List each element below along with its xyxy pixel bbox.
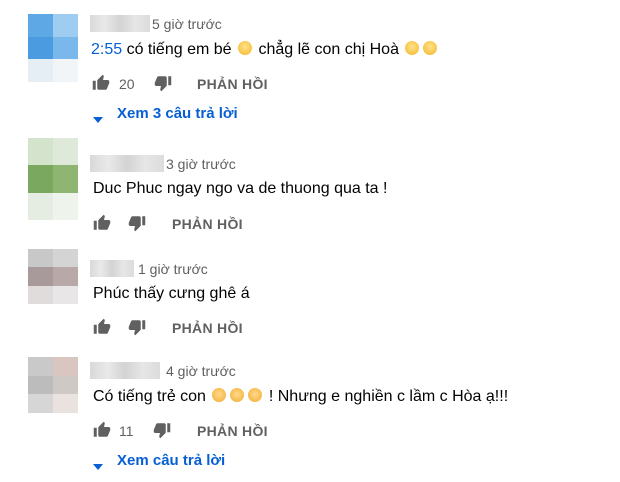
comment-time[interactable]: 5 giờ trước — [152, 16, 222, 32]
avatar-pixel — [53, 357, 78, 376]
reply-button[interactable]: PHẢN HỒI — [172, 216, 243, 232]
avatar[interactable] — [28, 138, 78, 220]
comment-2: 3 giờ trước Duc Phuc ngay ngo va de thuo… — [0, 135, 620, 245]
comment-body: Có tiếng trẻ con — [93, 388, 206, 405]
avatar-pixel — [28, 192, 53, 220]
avatar-pixel — [28, 165, 53, 193]
author-name-blurred[interactable] — [90, 362, 160, 379]
comment-actions: PHẢN HỒI — [93, 214, 393, 234]
comment-time[interactable]: 1 giờ trước — [138, 261, 208, 277]
author-name-blurred[interactable] — [90, 155, 164, 172]
avatar[interactable] — [28, 249, 78, 304]
author-name-blurred[interactable] — [90, 260, 134, 277]
avatar-pixel — [28, 14, 53, 37]
caret-down-icon[interactable] — [92, 111, 104, 129]
comment-text: Duc Phuc ngay ngo va de thuong qua ta ! — [93, 180, 388, 197]
smiley-emoji — [423, 41, 438, 55]
comment-actions: 20 PHẢN HỒI — [92, 74, 392, 94]
comment-actions: 11 PHẢN HỒI — [93, 421, 393, 441]
thumb-down-icon[interactable] — [154, 74, 172, 95]
comment-text: 2:55 có tiếng em bé chẳg lẽ con chị Hoà — [91, 41, 439, 59]
thumb-up-icon[interactable] — [93, 318, 111, 339]
timestamp-link[interactable]: 2:55 — [91, 41, 122, 58]
avatar-pixel — [53, 36, 78, 60]
avatar[interactable] — [28, 14, 78, 82]
avatar-pixel — [28, 267, 53, 286]
avatar-pixel — [28, 394, 53, 413]
comment-body-continued: ! Nhưng e nghiền c lầm c Hòa ạ!!! — [264, 388, 509, 405]
avatar-pixel — [53, 59, 78, 82]
avatar-pixel — [28, 285, 53, 304]
avatar-pixel — [28, 357, 53, 376]
like-count: 20 — [119, 76, 135, 92]
avatar-pixel — [53, 394, 78, 413]
thumb-up-icon[interactable] — [93, 421, 111, 442]
avatar-pixel — [28, 59, 53, 82]
avatar-pixel — [53, 267, 78, 286]
reply-button[interactable]: PHẢN HỒI — [197, 76, 268, 92]
comment-actions: PHẢN HỒI — [93, 318, 393, 338]
author-name-blurred[interactable] — [90, 15, 150, 32]
avatar-pixel — [28, 138, 53, 166]
avatar-pixel — [53, 249, 78, 268]
avatar-pixel — [28, 249, 53, 268]
smiley-emoji — [405, 41, 420, 55]
avatar-pixel — [53, 285, 78, 304]
thumb-up-icon[interactable] — [92, 74, 110, 95]
comment-1: 5 giờ trước 2:55 có tiếng em bé chẳg lẽ … — [0, 0, 620, 135]
avatar-pixel — [53, 14, 78, 37]
avatar[interactable] — [28, 357, 78, 413]
comment-3: 1 giờ trước Phúc thấy cưng ghê á PHẢN HỒ… — [0, 245, 620, 343]
comment-time[interactable]: 3 giờ trước — [166, 156, 236, 172]
view-replies-link[interactable]: Xem câu trả lời — [117, 452, 225, 469]
avatar-pixel — [53, 375, 78, 395]
comment-text: Phúc thấy cưng ghê á — [93, 285, 250, 302]
baby-emoji — [248, 388, 263, 402]
comment-body-continued: chẳg lẽ con chị Hoà — [254, 41, 399, 58]
smiley-emoji — [238, 41, 252, 55]
reply-button[interactable]: PHẢN HỒI — [172, 320, 243, 336]
thumb-down-icon[interactable] — [128, 214, 146, 235]
thumb-down-icon[interactable] — [153, 421, 171, 442]
thumb-down-icon[interactable] — [128, 318, 146, 339]
thumb-up-icon[interactable] — [93, 214, 111, 235]
baby-emoji — [212, 388, 227, 402]
avatar-pixel — [53, 165, 78, 193]
caret-down-icon[interactable] — [92, 458, 104, 476]
comment-time[interactable]: 4 giờ trước — [166, 363, 236, 379]
avatar-pixel — [53, 138, 78, 166]
comment-text: Có tiếng trẻ con ! Nhưng e nghiền c lầm … — [93, 388, 508, 406]
avatar-pixel — [28, 36, 53, 60]
baby-emoji — [230, 388, 245, 402]
avatar-pixel — [53, 192, 78, 220]
avatar-pixel — [28, 375, 53, 395]
reply-button[interactable]: PHẢN HỒI — [197, 423, 268, 439]
comment-body: có tiếng em bé — [122, 41, 232, 58]
view-replies-link[interactable]: Xem 3 câu trả lời — [117, 105, 238, 122]
comment-4: 4 giờ trước Có tiếng trẻ con ! Nhưng e n… — [0, 343, 620, 482]
like-count: 11 — [119, 423, 134, 439]
